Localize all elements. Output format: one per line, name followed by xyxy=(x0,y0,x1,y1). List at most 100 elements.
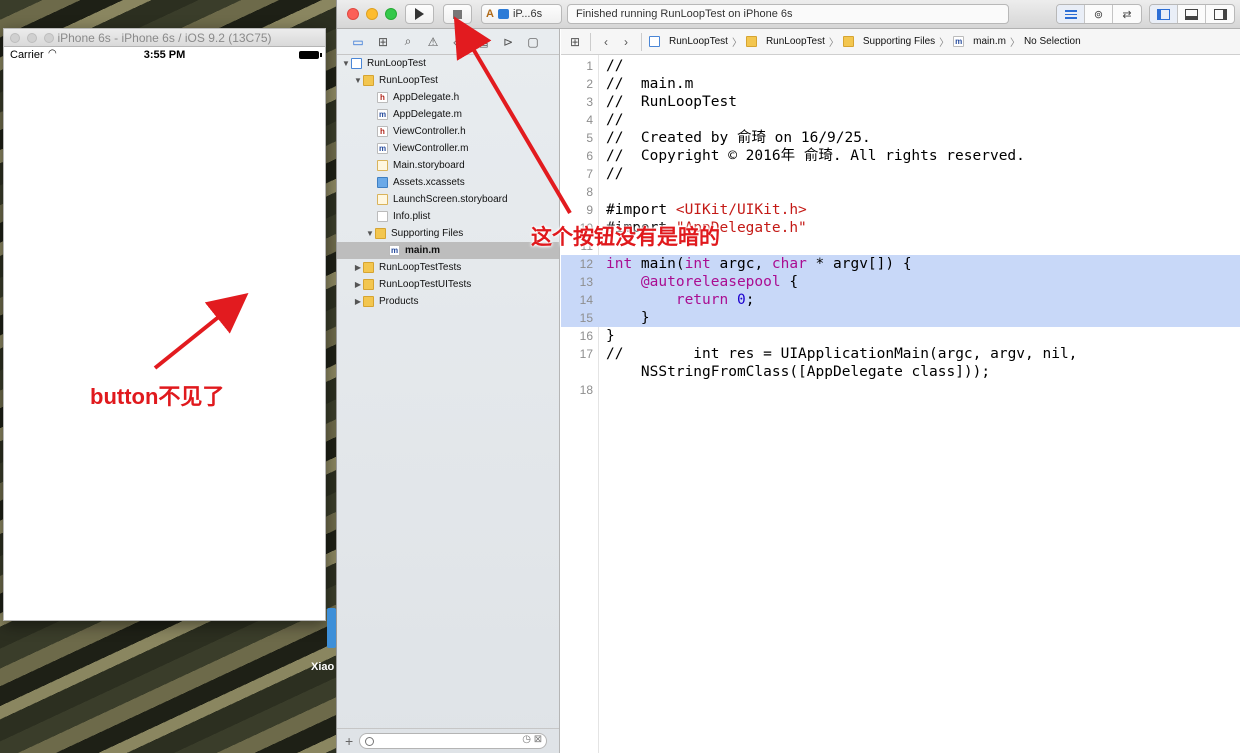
code-line[interactable]: 13 @autoreleasepool { xyxy=(561,273,1240,291)
divider xyxy=(590,32,591,51)
assets-icon xyxy=(377,177,388,188)
run-button[interactable] xyxy=(405,4,434,24)
tree-item-label: Info.plist xyxy=(393,211,431,222)
editor-mode-control[interactable]: ⊚ ⇄ xyxy=(1056,4,1142,24)
forward-arrow-icon[interactable]: › xyxy=(618,35,634,49)
tree-item-file[interactable]: h AppDelegate.h xyxy=(337,89,559,106)
breadcrumb-item[interactable]: No Selection xyxy=(1024,36,1081,47)
toggle-navigator-button[interactable] xyxy=(1150,5,1178,23)
close-window-icon[interactable] xyxy=(10,33,20,43)
code-line[interactable]: 5 // Created by 俞琦 on 16/9/25. xyxy=(561,129,1240,147)
breadcrumb-item[interactable]: RunLoopTest 〉 xyxy=(649,34,742,49)
code-line[interactable]: 18 xyxy=(561,381,1240,399)
tree-item-group[interactable]: ▼ RunLoopTest xyxy=(337,72,559,89)
project-navigator-icon[interactable]: ▭ xyxy=(351,35,365,49)
version-editor-button[interactable]: ⇄ xyxy=(1113,5,1141,23)
tree-item-group[interactable]: ▶ Products xyxy=(337,293,559,310)
find-navigator-icon[interactable]: ⌕ xyxy=(401,34,415,49)
disclosure-open-icon[interactable]: ▼ xyxy=(365,229,375,238)
add-icon[interactable]: + xyxy=(345,733,353,749)
storyboard-icon xyxy=(377,160,388,171)
tree-item-file[interactable]: Main.storyboard xyxy=(337,157,559,174)
source-editor[interactable]: 1 // 2 // main.m 3 // RunLoopTest 4 // 5 // Creat… xyxy=(561,55,1240,753)
folder-icon xyxy=(745,36,757,47)
navigator-selector-bar: ▭ ⊞ ⌕ ⚠ ◇ ▤ ⊳ ▢ xyxy=(337,29,559,55)
version-editor-icon: ⇄ xyxy=(1122,8,1132,21)
minimize-window-icon[interactable] xyxy=(366,8,378,20)
code-line[interactable]: 9 #import <UIKit/UIKit.h> xyxy=(561,201,1240,219)
tree-item-project[interactable]: ▼ RunLoopTest xyxy=(337,55,559,72)
disclosure-open-icon[interactable]: ▼ xyxy=(353,76,363,85)
close-window-icon[interactable] xyxy=(347,8,359,20)
tree-item-file-selected[interactable]: m main.m xyxy=(337,242,559,259)
code-line[interactable]: 17 // int res = UIApplicationMain(argc, a… xyxy=(561,345,1240,363)
breadcrumb-item[interactable]: Supporting Files 〉 xyxy=(842,34,949,49)
code-line[interactable]: 15 } xyxy=(561,309,1240,327)
tree-item-group[interactable]: ▶ RunLoopTestUITests xyxy=(337,276,559,293)
breadcrumb-label: main.m xyxy=(973,36,1006,47)
breakpoint-navigator-icon[interactable]: ⊳ xyxy=(501,35,515,49)
tree-item-file[interactable]: Assets.xcassets xyxy=(337,174,559,191)
breadcrumb-item[interactable]: m main.m 〉 xyxy=(953,34,1020,49)
tree-item-file[interactable]: Info.plist xyxy=(337,208,559,225)
issue-navigator-icon[interactable]: ⚠ xyxy=(426,35,440,49)
navigator-filter-input[interactable] xyxy=(359,733,548,749)
line-number: 18 xyxy=(579,383,593,397)
toggle-utilities-button[interactable] xyxy=(1206,5,1234,23)
toggle-debug-area-button[interactable] xyxy=(1178,5,1206,23)
chevron-right-icon: 〉 xyxy=(1009,38,1020,49)
stop-button[interactable] xyxy=(443,4,472,24)
tree-item-group[interactable]: ▶ RunLoopTestTests xyxy=(337,259,559,276)
tree-item-label: Assets.xcassets xyxy=(393,177,465,188)
tree-item-label: RunLoopTest xyxy=(379,75,438,86)
line-number: 15 xyxy=(579,311,593,325)
minimize-window-icon[interactable] xyxy=(27,33,37,43)
zoom-window-icon[interactable] xyxy=(385,8,397,20)
breadcrumb-item[interactable]: RunLoopTest 〉 xyxy=(745,34,839,49)
standard-editor-button[interactable] xyxy=(1057,5,1085,23)
disclosure-closed-icon[interactable]: ▶ xyxy=(353,280,363,289)
back-arrow-icon[interactable]: ‹ xyxy=(598,35,614,49)
code-line[interactable]: 16} xyxy=(561,327,1240,345)
status-time: 3:55 PM xyxy=(143,49,186,61)
code-line[interactable]: 2 // main.m xyxy=(561,75,1240,93)
code-line[interactable]: 4 // xyxy=(561,111,1240,129)
tree-item-label: Products xyxy=(379,296,419,307)
tree-item-group[interactable]: ▼ Supporting Files xyxy=(337,225,559,242)
tree-item-label: AppDelegate.m xyxy=(393,109,462,120)
test-navigator-icon[interactable]: ◇ xyxy=(451,35,465,49)
report-navigator-icon[interactable]: ▢ xyxy=(526,35,540,49)
divider xyxy=(641,32,642,51)
code-line[interactable]: 3 // RunLoopTest xyxy=(561,93,1240,111)
ios-status-bar: Carrier ◠ 3:55 PM xyxy=(4,47,325,63)
code-line[interactable]: 1 // xyxy=(561,57,1240,75)
code-line[interactable]: 12 int main(int argc, char * argv[]) { xyxy=(561,255,1240,273)
view-toggle-control[interactable] xyxy=(1149,4,1235,24)
code-line[interactable]: 14 return 0; xyxy=(561,291,1240,309)
tree-item-label: RunLoopTestTests xyxy=(379,262,462,273)
disclosure-open-icon[interactable]: ▼ xyxy=(341,59,351,68)
chevron-right-icon: 〉 xyxy=(828,38,839,49)
code-line[interactable]: 6 // Copyright © 2016年 俞琦. All rights res… xyxy=(561,147,1240,165)
symbol-navigator-icon[interactable]: ⊞ xyxy=(376,35,390,49)
tree-item-file[interactable]: h ViewController.h xyxy=(337,123,559,140)
assistant-editor-button[interactable]: ⊚ xyxy=(1085,5,1113,23)
code-text: // Copyright © 2016年 俞琦. All rights rese… xyxy=(606,148,1025,164)
code-line[interactable]: 8 xyxy=(561,183,1240,201)
code-line[interactable]: NSStringFromClass([AppDelegate class])); xyxy=(561,363,1240,381)
related-items-icon[interactable]: ⊞ xyxy=(567,35,583,49)
breadcrumb-label: No Selection xyxy=(1023,36,1081,47)
scheme-selector[interactable]: A iP...6s xyxy=(481,4,562,24)
debug-navigator-icon[interactable]: ▤ xyxy=(476,35,490,49)
device-icon xyxy=(497,9,509,19)
tree-item-file[interactable]: m AppDelegate.m xyxy=(337,106,559,123)
simulator-window: iPhone 6s - iPhone 6s / iOS 9.2 (13C75) … xyxy=(3,28,326,621)
tree-item-file[interactable]: m ViewController.m xyxy=(337,140,559,157)
impl-file-icon: m xyxy=(377,143,388,154)
disclosure-closed-icon[interactable]: ▶ xyxy=(353,263,363,272)
tree-item-file[interactable]: LaunchScreen.storyboard xyxy=(337,191,559,208)
zoom-window-icon[interactable] xyxy=(44,33,54,43)
code-line[interactable]: 7 // xyxy=(561,165,1240,183)
desktop-app-icon[interactable] xyxy=(327,608,336,648)
disclosure-closed-icon[interactable]: ▶ xyxy=(353,297,363,306)
